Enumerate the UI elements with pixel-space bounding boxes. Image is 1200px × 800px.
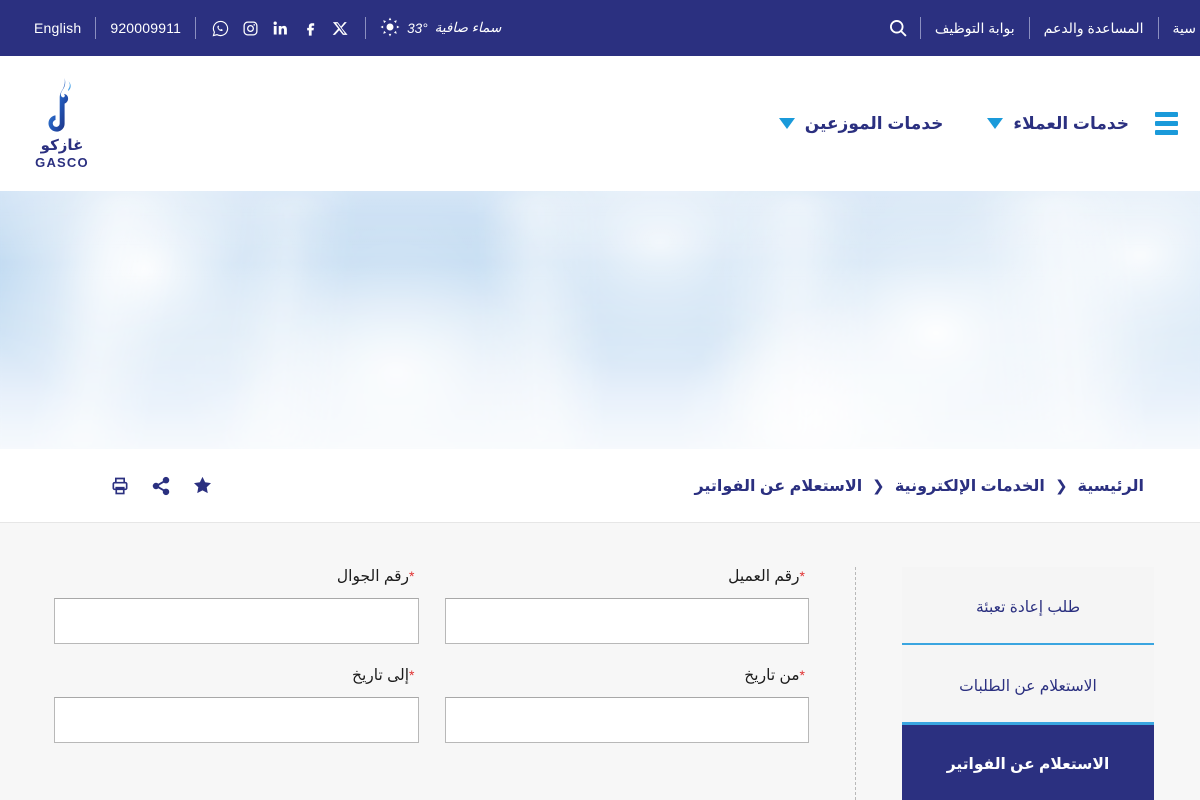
hamburger-bar — [1155, 112, 1178, 117]
label-to-date: *إلى تاريخ — [54, 666, 419, 685]
site-header: غازكو GASCO خدمات العملاء خدمات الموزعين — [0, 56, 1200, 191]
breadcrumb-item-current: الاستعلام عن الفواتير — [694, 477, 863, 495]
hamburger-bar — [1155, 130, 1178, 135]
chevron-down-icon — [987, 118, 1004, 129]
from-date-input[interactable] — [444, 697, 809, 743]
label-customer-number: *رقم العميل — [445, 567, 810, 586]
nav-label: خدمات الموزعين — [804, 113, 944, 133]
share-icon[interactable] — [151, 476, 171, 496]
breadcrumb-bar: الرئيسية ❯ الخدمات الإلكترونية ❯ الاستعل… — [0, 449, 1200, 523]
page-content: طلب إعادة تعبئة الاستعلام عن الطلبات الا… — [0, 523, 1200, 800]
sidebar-item-refill-request[interactable]: طلب إعادة تعبئة — [902, 567, 1154, 645]
phone-number-link[interactable]: 920009911 — [96, 17, 195, 39]
nav-item-distributor-services[interactable]: خدمات الموزعين — [757, 114, 966, 134]
hamburger-menu-icon[interactable] — [1155, 112, 1178, 135]
breadcrumb-item-eservices[interactable]: الخدمات الإلكترونية — [895, 476, 1045, 496]
breadcrumb-separator-icon: ❯ — [1054, 477, 1068, 495]
label-mobile-number: *رقم الجوال — [54, 567, 419, 586]
facebook-icon[interactable] — [302, 20, 319, 37]
to-date-input[interactable] — [54, 697, 419, 743]
label-from-date: *من تاريخ — [445, 666, 810, 685]
topbar-link-2[interactable]: سية — [1159, 17, 1200, 39]
required-marker: * — [409, 667, 415, 683]
hero-overlay — [0, 191, 1200, 449]
required-marker: * — [409, 568, 415, 584]
field-customer-number: *رقم العميل — [444, 567, 810, 644]
favorite-star-icon[interactable] — [192, 475, 213, 496]
label-text: من تاريخ — [744, 667, 800, 684]
linkedin-icon[interactable] — [272, 20, 289, 37]
field-from-date: *من تاريخ — [444, 666, 810, 743]
topbar-left-group: English 920009911 سماء صافية 33° — [0, 0, 515, 56]
topbar-right-group: سية المساعدة والدعم بوابة التوظيف — [872, 0, 1200, 56]
field-mobile-number: *رقم الجوال — [54, 567, 419, 644]
careers-portal-link[interactable]: بوابة التوظيف — [921, 17, 1029, 39]
hero-banner — [0, 191, 1200, 449]
label-text: رقم العميل — [728, 568, 800, 585]
divider — [919, 17, 921, 39]
divider — [1157, 17, 1159, 39]
main-navigation: خدمات العملاء خدمات الموزعين — [757, 112, 1186, 135]
search-icon[interactable] — [872, 18, 920, 38]
x-twitter-icon[interactable] — [332, 20, 349, 37]
sun-icon — [380, 17, 400, 40]
nav-item-customer-services[interactable]: خدمات العملاء — [965, 114, 1151, 134]
gasco-flame-logo — [41, 77, 83, 133]
breadcrumb-separator-icon: ❯ — [872, 477, 885, 495]
weather-temperature: 33° — [407, 20, 428, 36]
divider — [1028, 17, 1030, 39]
tab-label: الاستعلام عن الطلبات — [959, 678, 1097, 696]
label-text: إلى تاريخ — [351, 667, 410, 684]
tab-label: الاستعلام عن الفواتير — [946, 756, 1110, 773]
logo-arabic-text: غازكو — [40, 137, 84, 154]
vertical-divider — [855, 567, 856, 800]
breadcrumb-item-home[interactable]: الرئيسية — [1078, 476, 1145, 496]
nav-label: خدمات العملاء — [1013, 113, 1129, 133]
hamburger-bar — [1155, 121, 1178, 126]
mobile-number-input[interactable] — [54, 598, 419, 644]
invoice-inquiry-form: *رقم العميل *رقم الجوال *من تاريخ *إلى ت… — [0, 567, 855, 800]
print-icon[interactable] — [110, 476, 130, 496]
required-marker: * — [799, 568, 805, 584]
page-tools — [110, 475, 213, 496]
whatsapp-icon[interactable] — [212, 20, 229, 37]
sidebar-item-invoice-inquiry[interactable]: الاستعلام عن الفواتير — [902, 722, 1154, 800]
tab-label: طلب إعادة تعبئة — [975, 598, 1081, 616]
service-tabs: طلب إعادة تعبئة الاستعلام عن الطلبات الا… — [902, 567, 1154, 800]
customer-number-input[interactable] — [444, 598, 809, 644]
weather-condition-text: سماء صافية — [434, 20, 502, 35]
language-switch-link[interactable]: English — [20, 17, 95, 39]
instagram-icon[interactable] — [242, 20, 259, 37]
chevron-down-icon — [778, 118, 795, 129]
logo-english-text: GASCO — [35, 155, 89, 170]
social-links — [196, 20, 365, 37]
sidebar-item-order-inquiry[interactable]: الاستعلام عن الطلبات — [902, 644, 1154, 723]
weather-widget: سماء صافية 33° — [366, 17, 515, 40]
field-to-date: *إلى تاريخ — [54, 666, 419, 743]
gasco-logo[interactable]: غازكو GASCO — [22, 77, 102, 170]
label-text: رقم الجوال — [336, 568, 410, 585]
help-support-link[interactable]: المساعدة والدعم — [1030, 17, 1158, 39]
breadcrumb: الرئيسية ❯ الخدمات الإلكترونية ❯ الاستعل… — [694, 476, 1144, 496]
required-marker: * — [799, 667, 805, 683]
top-utility-bar: English 920009911 سماء صافية 33° سية الم… — [0, 0, 1200, 56]
